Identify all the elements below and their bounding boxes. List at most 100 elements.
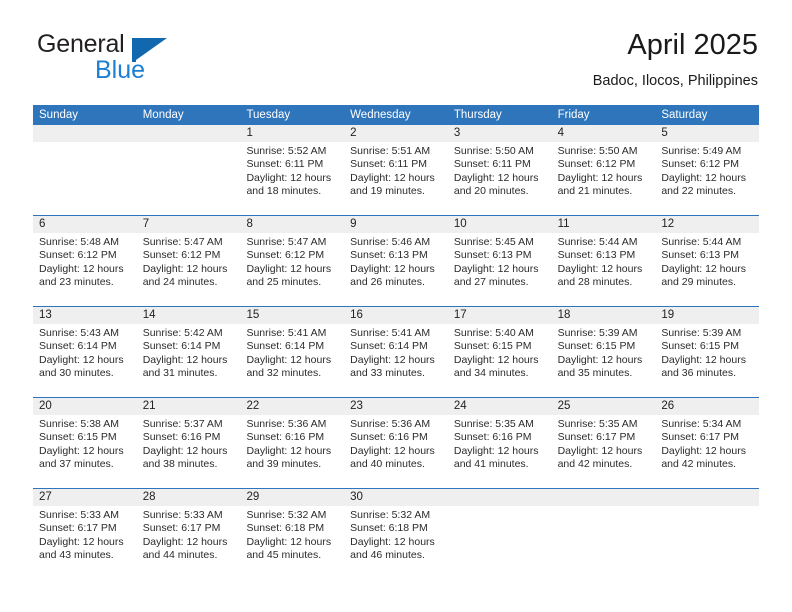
- day-number[interactable]: 29: [240, 489, 344, 506]
- day-detail-line: Sunrise: 5:45 AM: [453, 236, 534, 248]
- day-detail-line: Daylight: 12 hours: [453, 171, 539, 184]
- day-detail-line: Sunset: 6:15 PM: [557, 340, 636, 353]
- day-detail-line: and 37 minutes.: [39, 458, 114, 471]
- day-number[interactable]: 1: [240, 125, 344, 142]
- day-detail-line: Sunset: 6:12 PM: [557, 158, 636, 171]
- day-cell[interactable]: Sunrise: 5:36 AM Sunset: 6:16 PM Daylight:…: [344, 415, 448, 488]
- day-number[interactable]: 9: [344, 216, 448, 233]
- day-detail-line: Daylight: 12 hours: [246, 535, 332, 548]
- day-detail-line: Sunset: 6:11 PM: [453, 158, 531, 171]
- day-number[interactable]: 3: [448, 125, 552, 142]
- day-detail-line: Sunset: 6:13 PM: [453, 249, 532, 262]
- day-cell[interactable]: Sunrise: 5:36 AM Sunset: 6:16 PM Daylight:…: [240, 415, 344, 488]
- day-number[interactable]: 17: [448, 307, 552, 324]
- day-number[interactable]: 28: [137, 489, 241, 506]
- day-detail-line: and 35 minutes.: [557, 367, 633, 380]
- day-detail-line: Sunset: 6:18 PM: [350, 522, 428, 535]
- day-detail-line: Sunset: 6:17 PM: [39, 522, 117, 535]
- day-detail-line: and 29 minutes.: [661, 276, 737, 289]
- day-number[interactable]: 6: [33, 216, 137, 233]
- day-cell[interactable]: Sunrise: 5:41 AM Sunset: 6:14 PM Daylight:…: [240, 324, 344, 397]
- page-title: April 2025: [627, 29, 758, 61]
- day-cell[interactable]: Sunrise: 5:51 AM Sunset: 6:11 PM Daylight:…: [344, 142, 448, 215]
- day-detail-line: Sunset: 6:17 PM: [661, 431, 739, 444]
- day-number[interactable]: 4: [552, 125, 656, 142]
- day-cell[interactable]: Sunrise: 5:41 AM Sunset: 6:14 PM Daylight:…: [344, 324, 448, 397]
- day-detail-line: Daylight: 12 hours: [661, 262, 746, 275]
- week-body-band: Sunrise: 5:33 AM Sunset: 6:17 PM Daylight:…: [33, 506, 759, 579]
- day-cell[interactable]: Sunrise: 5:35 AM Sunset: 6:16 PM Daylight:…: [448, 415, 552, 488]
- day-cell[interactable]: Sunrise: 5:37 AM Sunset: 6:16 PM Daylight:…: [137, 415, 241, 488]
- day-detail-line: Sunrise: 5:34 AM: [661, 418, 742, 430]
- day-cell[interactable]: Sunrise: 5:45 AM Sunset: 6:13 PM Daylight:…: [448, 233, 552, 306]
- day-cell[interactable]: Sunrise: 5:44 AM Sunset: 6:13 PM Daylight:…: [655, 233, 759, 306]
- day-cell[interactable]: Sunrise: 5:47 AM Sunset: 6:12 PM Daylight:…: [137, 233, 241, 306]
- day-number[interactable]: 16: [344, 307, 448, 324]
- day-cell[interactable]: Sunrise: 5:34 AM Sunset: 6:17 PM Daylight:…: [655, 415, 759, 488]
- day-cell[interactable]: Sunrise: 5:35 AM Sunset: 6:17 PM Daylight:…: [552, 415, 656, 488]
- day-detail-line: Sunrise: 5:36 AM: [246, 418, 327, 430]
- day-cell[interactable]: Sunrise: 5:33 AM Sunset: 6:17 PM Daylight:…: [33, 506, 137, 579]
- day-cell[interactable]: Sunrise: 5:43 AM Sunset: 6:14 PM Daylight:…: [33, 324, 137, 397]
- day-number[interactable]: 12: [655, 216, 759, 233]
- day-cell[interactable]: Sunrise: 5:33 AM Sunset: 6:17 PM Daylight:…: [137, 506, 241, 579]
- day-detail-line: Daylight: 12 hours: [453, 262, 539, 275]
- day-number[interactable]: 2: [344, 125, 448, 142]
- brand-name-general: General: [37, 30, 125, 58]
- day-detail-line: Daylight: 12 hours: [39, 353, 124, 366]
- day-cell[interactable]: Sunrise: 5:39 AM Sunset: 6:15 PM Daylight:…: [655, 324, 759, 397]
- day-detail-line: Sunset: 6:16 PM: [246, 431, 325, 444]
- day-number[interactable]: 5: [655, 125, 759, 142]
- day-cell[interactable]: Sunrise: 5:50 AM Sunset: 6:11 PM Daylight:…: [448, 142, 552, 215]
- day-number[interactable]: 10: [448, 216, 552, 233]
- day-number[interactable]: 30: [344, 489, 448, 506]
- day-number[interactable]: 23: [344, 398, 448, 415]
- day-detail-line: Sunrise: 5:38 AM: [39, 418, 119, 430]
- day-detail-line: Sunrise: 5:35 AM: [453, 418, 534, 430]
- day-detail-line: and 38 minutes.: [142, 458, 218, 471]
- day-number[interactable]: 13: [33, 307, 137, 324]
- day-number[interactable]: 25: [552, 398, 656, 415]
- day-number-empty: [33, 125, 137, 142]
- day-detail-line: Daylight: 12 hours: [557, 353, 643, 366]
- day-number[interactable]: 11: [552, 216, 656, 233]
- day-cell[interactable]: Sunrise: 5:46 AM Sunset: 6:13 PM Daylight:…: [344, 233, 448, 306]
- day-cell[interactable]: Sunrise: 5:39 AM Sunset: 6:15 PM Daylight:…: [552, 324, 656, 397]
- day-detail-line: and 42 minutes.: [557, 458, 633, 471]
- day-cell[interactable]: Sunrise: 5:47 AM Sunset: 6:12 PM Daylight:…: [240, 233, 344, 306]
- day-number[interactable]: 7: [137, 216, 241, 233]
- day-number[interactable]: 24: [448, 398, 552, 415]
- day-number[interactable]: 27: [33, 489, 137, 506]
- day-detail-line: and 31 minutes.: [142, 367, 218, 380]
- day-cell[interactable]: Sunrise: 5:50 AM Sunset: 6:12 PM Daylight:…: [552, 142, 656, 215]
- day-cell[interactable]: Sunrise: 5:52 AM Sunset: 6:11 PM Daylight:…: [240, 142, 344, 215]
- day-detail-line: Sunset: 6:13 PM: [350, 249, 428, 262]
- day-number[interactable]: 8: [240, 216, 344, 233]
- calendar-week-row: 13 14 15 16 17 18 19 Sunrise: 5:43 AM Sunset: 6:…: [33, 306, 759, 397]
- day-number[interactable]: 22: [240, 398, 344, 415]
- day-cell[interactable]: Sunrise: 5:38 AM Sunset: 6:15 PM Daylight:…: [33, 415, 137, 488]
- day-number[interactable]: 26: [655, 398, 759, 415]
- day-number[interactable]: 15: [240, 307, 344, 324]
- day-detail-line: and 34 minutes.: [453, 367, 529, 380]
- weekday-header-thursday: Thursday: [453, 109, 502, 121]
- day-cell[interactable]: Sunrise: 5:42 AM Sunset: 6:14 PM Daylight:…: [137, 324, 241, 397]
- day-cell[interactable]: Sunrise: 5:48 AM Sunset: 6:12 PM Daylight:…: [33, 233, 137, 306]
- day-detail-line: Sunrise: 5:33 AM: [39, 509, 119, 521]
- day-cell[interactable]: Sunrise: 5:32 AM Sunset: 6:18 PM Daylight:…: [344, 506, 448, 579]
- day-number[interactable]: 19: [655, 307, 759, 324]
- day-number[interactable]: 14: [137, 307, 241, 324]
- day-detail-line: Sunrise: 5:47 AM: [142, 236, 223, 248]
- day-cell[interactable]: Sunrise: 5:49 AM Sunset: 6:12 PM Daylight:…: [655, 142, 759, 215]
- day-cell[interactable]: Sunrise: 5:44 AM Sunset: 6:13 PM Daylight:…: [552, 233, 656, 306]
- brand-logo[interactable]: General Blue: [33, 28, 253, 90]
- day-detail-line: and 18 minutes.: [246, 185, 322, 198]
- day-number[interactable]: 18: [552, 307, 656, 324]
- day-detail-line: Sunrise: 5:44 AM: [661, 236, 742, 248]
- day-detail-line: Daylight: 12 hours: [350, 262, 435, 275]
- day-cell[interactable]: Sunrise: 5:32 AM Sunset: 6:18 PM Daylight:…: [240, 506, 344, 579]
- day-cell[interactable]: Sunrise: 5:40 AM Sunset: 6:15 PM Daylight:…: [448, 324, 552, 397]
- day-detail-line: Sunset: 6:17 PM: [557, 431, 636, 444]
- day-number[interactable]: 21: [137, 398, 241, 415]
- day-number[interactable]: 20: [33, 398, 137, 415]
